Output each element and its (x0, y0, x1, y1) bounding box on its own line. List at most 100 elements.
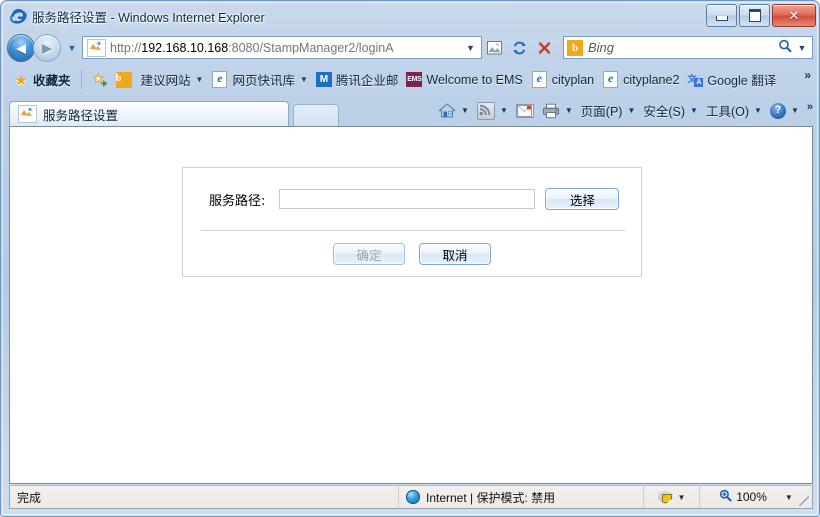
mail-icon (515, 103, 534, 118)
protected-mode-cell[interactable]: ▼ (644, 486, 700, 508)
translate-target-glyph: A (694, 78, 704, 87)
chevron-down-icon[interactable]: ▼ (754, 106, 762, 115)
refresh-icon (513, 41, 526, 54)
safety-menu[interactable]: 安全(S) ▼ (639, 99, 702, 123)
url-scheme: http:// (110, 40, 142, 55)
favorites-bar: ★ 收藏夹 b 建议网站 ▼ 网页快讯库 ▼ M 腾讯企业邮 (1, 64, 820, 95)
chevron-down-icon[interactable]: ▼ (500, 106, 508, 115)
chevron-down-icon[interactable]: ▼ (627, 106, 635, 115)
star-icon: ★ (14, 71, 28, 88)
home-icon (438, 102, 456, 119)
page-viewport: 服务路径: 选择 确定 取消 (9, 126, 813, 484)
close-icon (538, 41, 551, 54)
back-button[interactable]: ◀ (7, 33, 35, 62)
favorites-item-label: 腾讯企业邮 (335, 74, 399, 88)
address-url: http://192.168.10.168:8080/StampManager2… (110, 41, 462, 55)
chevron-down-icon[interactable]: ▼ (196, 75, 204, 84)
favorites-item-label: cityplan (551, 72, 595, 87)
bing-icon: b (567, 39, 583, 56)
chevron-down-icon[interactable]: ▼ (678, 493, 686, 502)
navigation-bar: ◀ ▶ ▼ http://192.168.10.168:8080/StampMa… (1, 31, 820, 64)
window-title: 服务路径设置 - Windows Internet Explorer (32, 10, 265, 25)
favorites-item-webslices[interactable]: 网页快讯库 ▼ (207, 69, 311, 91)
qq-mail-icon: M (315, 72, 332, 87)
favorites-item-ems[interactable]: EMS Welcome to EMS (402, 69, 526, 91)
ie-page-icon (531, 71, 547, 88)
security-zone-label: Internet | 保护模式: 禁用 (426, 490, 556, 505)
window-controls: ✕ (706, 4, 816, 27)
add-to-favorites-bar-button[interactable] (88, 69, 112, 91)
lock-icon (661, 494, 672, 503)
favorites-item-label: 建议网站 (140, 74, 191, 88)
ie-window: 服务路径设置 - Windows Internet Explorer ✕ ◀ ▶… (0, 0, 820, 517)
close-button[interactable]: ✕ (772, 4, 816, 27)
search-box[interactable]: b Bing ▼ (563, 36, 813, 59)
feeds-button[interactable]: ▼ (473, 99, 512, 123)
status-message: 完成 (17, 490, 42, 505)
favorites-overflow-button[interactable]: » (804, 68, 811, 82)
search-dropdown-icon[interactable]: ▼ (795, 43, 809, 53)
command-bar-overflow-button[interactable]: » (807, 101, 813, 113)
chevron-down-icon[interactable]: ▼ (791, 106, 799, 115)
favorites-item-label: Welcome to EMS (426, 72, 523, 87)
tab-service-path-settings[interactable]: 服务路径设置 (9, 101, 289, 126)
safety-menu-label: 安全(S) (643, 105, 686, 119)
add-favorite-icon (91, 71, 108, 88)
favorites-item-cityplan[interactable]: cityplan (527, 69, 598, 91)
minimize-button[interactable] (706, 4, 737, 27)
favorites-item-label: 网页快讯库 (232, 74, 295, 88)
internet-zone-icon (406, 490, 420, 504)
ok-button[interactable]: 确定 (333, 243, 405, 265)
help-menu[interactable]: ? ▼ (766, 99, 803, 123)
chevron-down-icon[interactable]: ▼ (300, 75, 308, 84)
stop-button[interactable] (532, 36, 557, 59)
tools-menu[interactable]: 工具(O) ▼ (702, 99, 766, 123)
print-button[interactable]: ▼ (538, 99, 577, 123)
minimize-icon (715, 15, 728, 21)
bing-icon: b (115, 71, 132, 88)
refresh-button[interactable] (507, 36, 532, 59)
chevron-down-icon[interactable]: ▼ (690, 106, 698, 115)
chevron-down-icon[interactable]: ▼ (565, 106, 573, 115)
cancel-button[interactable]: 取消 (419, 243, 491, 265)
home-button[interactable]: ▼ (434, 99, 473, 123)
service-path-form: 服务路径: 选择 确定 取消 (182, 167, 642, 277)
tab-title: 服务路径设置 (43, 108, 119, 123)
title-bar: 服务路径设置 - Windows Internet Explorer ✕ (1, 1, 820, 31)
service-path-input[interactable] (279, 189, 536, 209)
favorites-item-suggested-sites[interactable]: b 建议网站 ▼ (112, 69, 208, 91)
help-icon: ? (769, 102, 786, 119)
forward-arrow-icon: ▶ (42, 40, 52, 55)
new-tab-button[interactable] (293, 104, 339, 126)
mail-button[interactable] (512, 99, 538, 123)
back-arrow-icon: ◀ (16, 40, 26, 55)
site-favicon (87, 38, 106, 57)
address-dropdown-icon[interactable]: ▼ (462, 43, 479, 53)
favorites-item-tencent-mail[interactable]: M 腾讯企业邮 (312, 69, 403, 91)
resize-grip[interactable] (799, 496, 809, 506)
favorites-item-label: cityplane2 (623, 72, 680, 87)
favorites-item-cityplane2[interactable]: cityplane2 (598, 69, 683, 91)
search-icon[interactable] (778, 39, 792, 56)
compatibility-view-button[interactable] (482, 36, 507, 59)
page-menu[interactable]: 页面(P) ▼ (577, 99, 640, 123)
address-bar[interactable]: http://192.168.10.168:8080/StampManager2… (82, 36, 482, 59)
chevron-down-icon[interactable]: ▼ (461, 106, 469, 115)
status-message-cell: 完成 (10, 486, 399, 508)
google-translate-icon: 文 A (687, 72, 704, 87)
search-input[interactable]: Bing (588, 40, 775, 55)
chevron-down-icon[interactable]: ▼ (785, 493, 793, 502)
browse-button[interactable]: 选择 (545, 188, 620, 210)
rss-icon (476, 101, 495, 120)
security-zone-cell[interactable]: Internet | 保护模式: 禁用 (399, 486, 644, 508)
page-favicon (18, 105, 37, 123)
favorites-center-button[interactable]: ★ 收藏夹 (9, 69, 75, 91)
compatibility-view-icon (487, 40, 502, 54)
zoom-cell[interactable]: 100% ▼ (700, 486, 812, 508)
maximize-button[interactable] (739, 4, 770, 27)
status-bar: 完成 Internet | 保护模式: 禁用 ▼ 100% ▼ (9, 485, 813, 509)
printer-icon (542, 103, 560, 119)
forward-button[interactable]: ▶ (33, 33, 61, 62)
favorites-item-google-translate[interactable]: 文 A Google 翻译 (683, 69, 780, 91)
recent-pages-button[interactable]: ▼ (65, 35, 79, 61)
